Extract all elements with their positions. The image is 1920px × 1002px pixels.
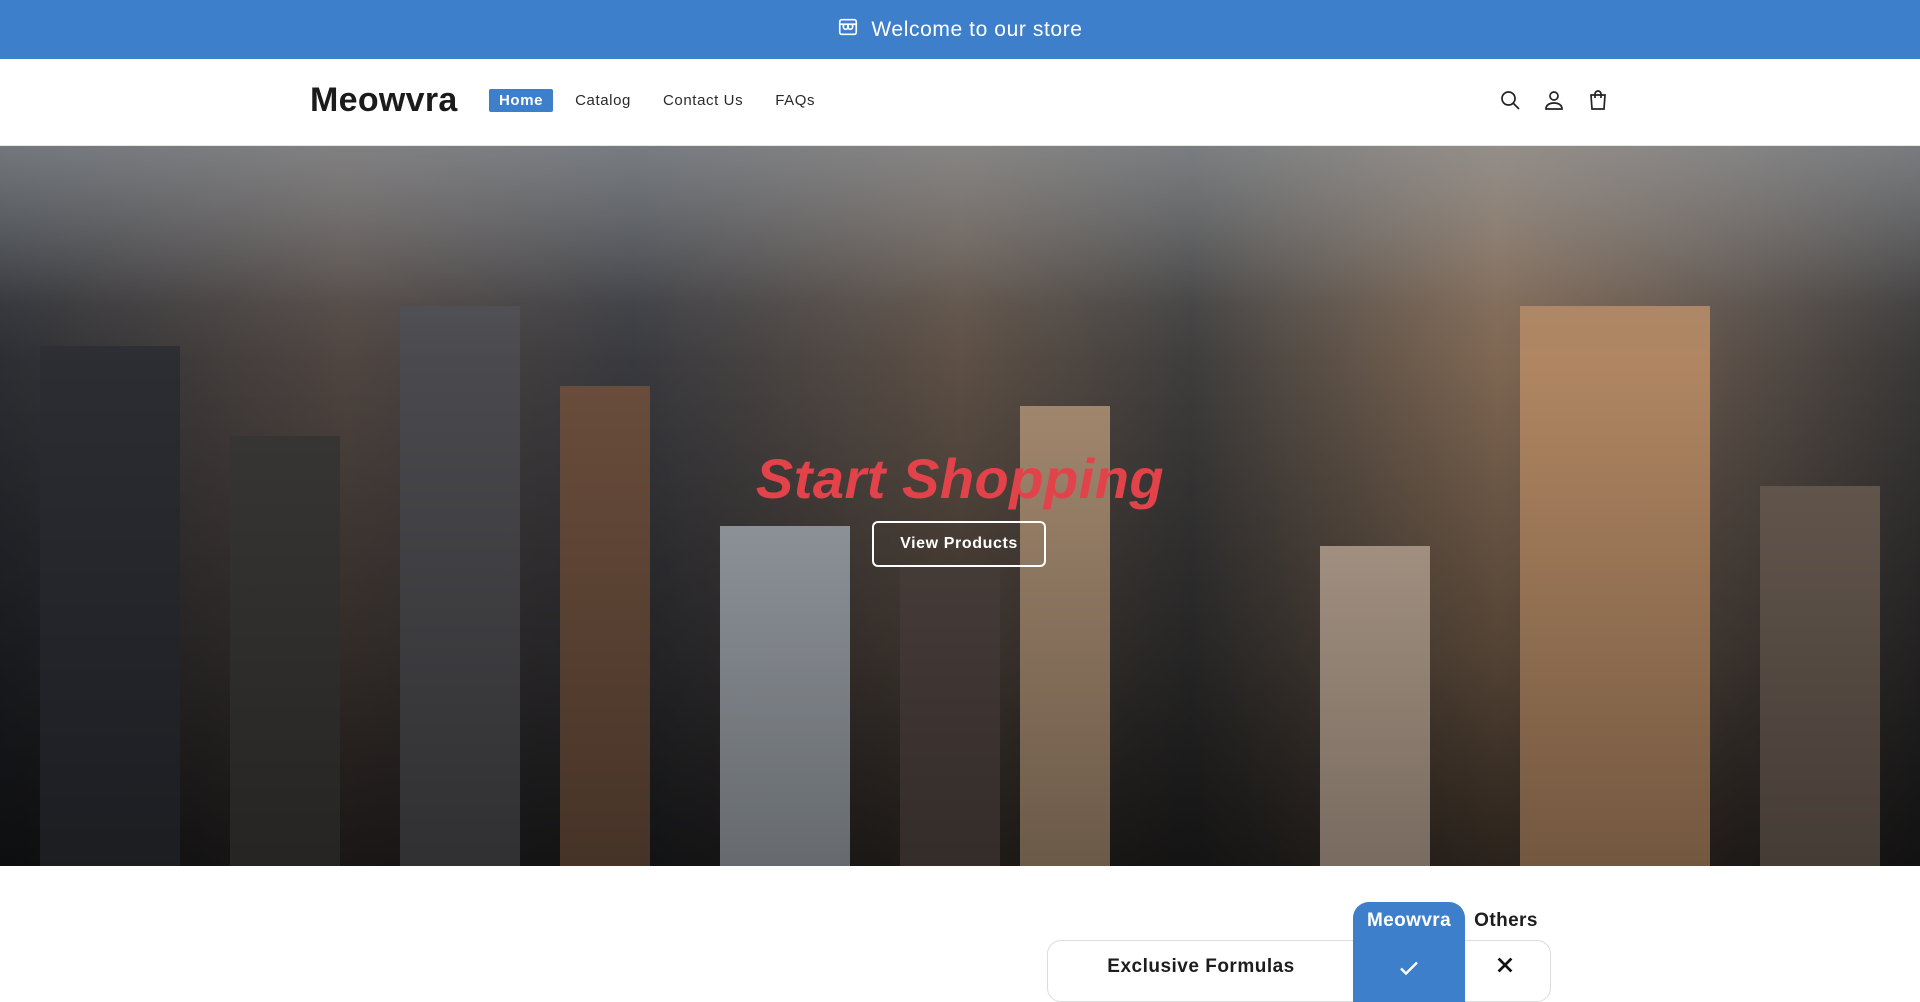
account-icon[interactable] [1542, 88, 1566, 112]
comparison-brand-column: Meowvra [1353, 902, 1465, 1002]
close-icon [1494, 954, 1516, 976]
site-header: Meowvra Home Catalog Contact Us FAQs [0, 59, 1920, 146]
cart-icon[interactable] [1586, 88, 1610, 112]
check-icon [1397, 956, 1421, 980]
nav-faqs[interactable]: FAQs [765, 89, 825, 112]
comparison-feature-label: Exclusive Formulas [1107, 956, 1295, 977]
site-logo[interactable]: Meowvra [310, 81, 458, 120]
hero-banner: Start Shopping View Products [0, 146, 1920, 866]
main-nav: Home Catalog Contact Us FAQs [489, 89, 825, 112]
view-products-button[interactable]: View Products [872, 521, 1046, 567]
nav-contact-us[interactable]: Contact Us [653, 89, 753, 112]
announcement-text: Welcome to our store [871, 17, 1083, 41]
header-icons [1498, 88, 1610, 112]
nav-home[interactable]: Home [489, 89, 554, 112]
search-icon[interactable] [1498, 88, 1522, 112]
hero-title: Start Shopping [755, 447, 1165, 510]
store-icon [837, 16, 859, 44]
comparison-others-label: Others [1474, 910, 1538, 931]
announcement-bar: Welcome to our store [0, 0, 1920, 59]
comparison-brand-label: Meowvra [1366, 910, 1452, 931]
nav-catalog[interactable]: Catalog [565, 89, 641, 112]
